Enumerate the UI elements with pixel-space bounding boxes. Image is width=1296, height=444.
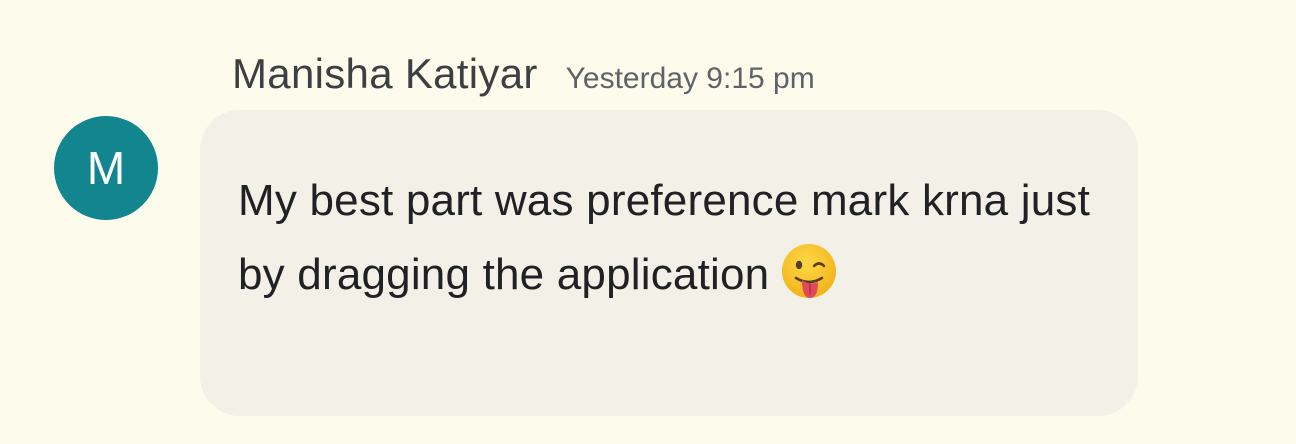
message-text: My best part was preference mark krna ju… — [238, 176, 1091, 299]
chat-message: Manisha Katiyar Yesterday 9:15 pm M My b… — [0, 0, 1296, 444]
winking-face-with-tongue-icon — [779, 242, 839, 304]
message-text-container: My best part was preference mark krna ju… — [238, 164, 1108, 312]
avatar-initial: M — [86, 142, 126, 194]
avatar[interactable]: M — [54, 116, 158, 220]
sender-name: Manisha Katiyar — [232, 50, 538, 97]
message-timestamp: Yesterday 9:15 pm — [565, 62, 815, 95]
message-bubble[interactable]: My best part was preference mark krna ju… — [200, 110, 1138, 416]
message-header: Manisha Katiyar Yesterday 9:15 pm — [232, 50, 815, 98]
